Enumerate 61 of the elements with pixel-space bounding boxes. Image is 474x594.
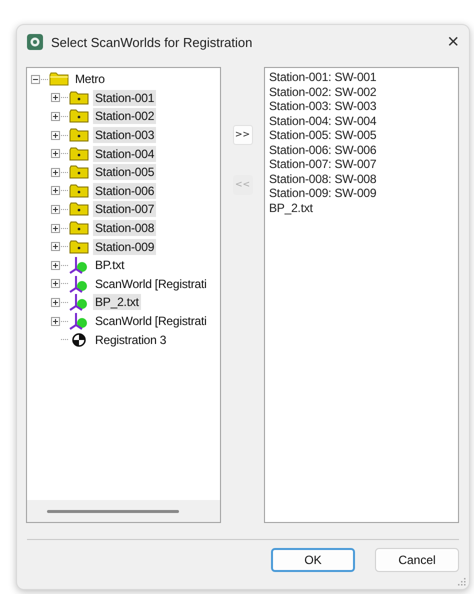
list-item[interactable]: Station-009: SW-009: [269, 186, 454, 200]
list-item[interactable]: Station-007: SW-007: [269, 157, 454, 172]
axes-icon: [69, 256, 89, 274]
list-item[interactable]: BP_2.txt: [269, 200, 454, 215]
tree-item[interactable]: Registration 3: [93, 332, 168, 348]
expander-box[interactable]: [51, 112, 60, 121]
tree-item[interactable]: Metro: [73, 71, 107, 88]
tree-item[interactable]: Station-004: [93, 146, 156, 162]
folder-icon: [69, 146, 89, 161]
axes-icon: [69, 293, 89, 312]
list-item[interactable]: Station-006: SW-006: [269, 142, 454, 157]
tree-item[interactable]: ScanWorld [Registrati: [93, 276, 209, 292]
tree-item[interactable]: Station-008: [93, 220, 156, 236]
axes-icon: [69, 274, 89, 293]
folder-icon: [69, 128, 89, 142]
list-item[interactable]: Station-003: SW-003: [269, 99, 454, 114]
tree-item[interactable]: BP.txt: [93, 257, 126, 274]
expander-box[interactable]: [31, 74, 40, 84]
expander-box[interactable]: [51, 279, 60, 288]
folder-icon: [69, 109, 89, 124]
expander-box[interactable]: [51, 93, 60, 102]
tree-item[interactable]: Station-001: [93, 90, 156, 106]
folder-icon: [69, 202, 89, 216]
tree-item[interactable]: Station-003: [93, 127, 156, 144]
folder-icon: [69, 240, 89, 254]
list-item[interactable]: Station-002: SW-002: [269, 84, 454, 99]
expander-box[interactable]: [51, 224, 60, 233]
tree-item[interactable]: Station-009: [93, 238, 156, 255]
folder-icon: [69, 184, 89, 198]
tree-item[interactable]: Station-006: [93, 182, 156, 199]
move-button[interactable]: >>: [232, 125, 252, 145]
folder-icon: [69, 221, 89, 236]
app-icon: [27, 34, 43, 50]
close-button[interactable]: ×: [447, 32, 459, 52]
expander-box[interactable]: [51, 130, 60, 140]
axes-icon: [69, 312, 89, 330]
folder-icon: [69, 165, 89, 180]
expander-box[interactable]: [51, 298, 60, 307]
tree-item[interactable]: BP_2.txt: [93, 294, 141, 310]
tree-item[interactable]: Station-007: [93, 201, 156, 218]
expander-box[interactable]: [51, 204, 60, 214]
ok-button[interactable]: OK: [271, 548, 355, 572]
folder-icon: [49, 72, 69, 86]
list-item[interactable]: Station-005: SW-005: [269, 128, 454, 142]
list-item[interactable]: Station-004: SW-004: [269, 114, 454, 128]
expander-box[interactable]: [51, 168, 60, 177]
list-item[interactable]: Station-008: SW-008: [269, 172, 454, 186]
tree-item[interactable]: Station-005: [93, 164, 156, 180]
folder-icon: [69, 90, 89, 105]
expander-box[interactable]: [51, 242, 60, 252]
cancel-button[interactable]: Cancel: [375, 548, 459, 572]
expander-box[interactable]: [51, 149, 60, 158]
scrollbar-thumb[interactable]: [47, 510, 179, 512]
list-item[interactable]: Station-001: SW-001: [269, 70, 454, 84]
expander-box[interactable]: [51, 260, 60, 270]
tree-item[interactable]: Station-002: [93, 108, 156, 124]
window-title: Select ScanWorlds for Registration: [51, 34, 254, 50]
expander-box[interactable]: [51, 186, 60, 196]
tree-item[interactable]: ScanWorld [Registrati: [93, 313, 209, 330]
resize-grip-icon[interactable]: [458, 578, 466, 586]
expander-box[interactable]: [51, 316, 60, 326]
